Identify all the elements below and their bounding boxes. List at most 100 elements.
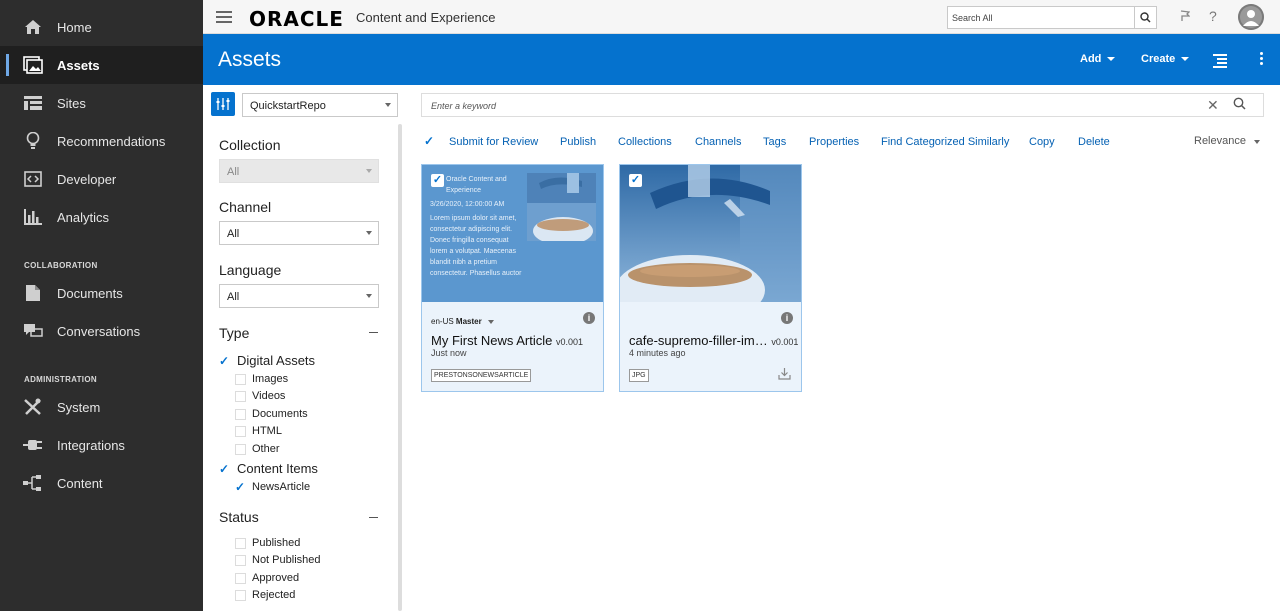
search-all-button[interactable] xyxy=(1135,6,1157,29)
properties-button[interactable]: Properties xyxy=(809,136,859,148)
chevron-down-icon xyxy=(366,169,372,173)
type-heading: Type xyxy=(219,325,250,341)
publish-button[interactable]: Publish xyxy=(560,136,596,148)
thumbnail-date: 3/26/2020, 12:00:00 AM xyxy=(430,201,505,208)
option-label: Not Published xyxy=(252,554,321,566)
create-button[interactable]: Create xyxy=(1141,53,1190,65)
status-option-approved[interactable]: Approved xyxy=(235,572,299,584)
master-label: Master xyxy=(455,317,482,326)
type-option-newsarticle[interactable]: ✓ NewsArticle xyxy=(235,480,310,494)
collapse-type-icon[interactable] xyxy=(369,332,378,333)
card-select-checkbox[interactable]: ✓ xyxy=(431,174,444,187)
sidebar-item-home[interactable]: Home xyxy=(0,8,203,46)
language-select[interactable]: All xyxy=(219,284,379,308)
copy-button[interactable]: Copy xyxy=(1029,136,1055,148)
hamburger-menu-icon[interactable] xyxy=(216,11,232,23)
asset-card[interactable]: ✓ i cafe-supremo-filler-im… v0.001 4 min… xyxy=(619,164,802,392)
chevron-down-icon xyxy=(366,231,372,235)
filter-scrollbar[interactable] xyxy=(398,124,402,611)
list-view-icon[interactable] xyxy=(1213,54,1227,70)
chevron-down-icon xyxy=(1107,57,1116,62)
option-label: Rejected xyxy=(252,589,296,601)
section-administration: ADMINISTRATION xyxy=(24,375,97,384)
asset-name[interactable]: My First News Article v0.001 xyxy=(431,333,583,348)
chevron-down-icon xyxy=(366,294,372,298)
more-options-icon[interactable] xyxy=(1260,52,1263,67)
filter-toggle-button[interactable] xyxy=(211,92,235,116)
sort-value: Relevance xyxy=(1194,135,1246,147)
asset-name[interactable]: cafe-supremo-filler-im… v0.001 xyxy=(629,333,798,348)
option-label: Videos xyxy=(252,390,286,402)
channels-button[interactable]: Channels xyxy=(695,136,741,148)
clear-icon[interactable]: ✕ xyxy=(1207,97,1219,114)
flag-icon[interactable] xyxy=(1180,10,1190,22)
type-option-html[interactable]: HTML xyxy=(235,425,282,437)
sidebar-item-label: System xyxy=(57,400,101,415)
sidebar-item-assets[interactable]: Assets xyxy=(0,46,203,84)
tags-button[interactable]: Tags xyxy=(763,136,786,148)
sidebar-item-conversations[interactable]: Conversations xyxy=(0,312,203,350)
page-title: Assets xyxy=(218,48,282,71)
sidebar-item-label: Developer xyxy=(57,172,117,187)
collapse-status-icon[interactable] xyxy=(369,517,378,518)
sort-select[interactable]: Relevance xyxy=(1194,135,1260,147)
sidebar-item-documents[interactable]: Documents xyxy=(0,274,203,312)
type-option-images[interactable]: Images xyxy=(235,373,288,385)
status-option-published[interactable]: Published xyxy=(235,537,300,549)
type-option-other[interactable]: Other xyxy=(235,443,280,455)
tools-icon xyxy=(22,397,44,417)
content-items-checkbox[interactable]: ✓ Content Items xyxy=(219,461,318,476)
status-option-rejected[interactable]: Rejected xyxy=(235,589,295,601)
oracle-logo: ORACLE xyxy=(249,7,344,31)
add-button[interactable]: Add xyxy=(1080,53,1116,65)
help-icon[interactable]: ? xyxy=(1209,8,1217,24)
type-option-videos[interactable]: Videos xyxy=(235,390,285,402)
create-label: Create xyxy=(1141,53,1176,65)
repository-select[interactable]: QuickstartRepo xyxy=(242,93,398,117)
collection-heading: Collection xyxy=(219,137,281,153)
digital-assets-checkbox[interactable]: ✓ Digital Assets xyxy=(219,353,315,368)
sidebar-item-label: Sites xyxy=(57,96,86,111)
asset-card[interactable]: Oracle Content and Experience 3/26/2020,… xyxy=(421,164,604,392)
info-icon[interactable]: i xyxy=(781,312,793,324)
search-icon[interactable] xyxy=(1233,97,1246,110)
channel-select[interactable]: All xyxy=(219,221,379,245)
sidebar-item-developer[interactable]: Developer xyxy=(0,160,203,198)
type-option-documents[interactable]: Documents xyxy=(235,408,308,420)
sidebar-item-sites[interactable]: Sites xyxy=(0,84,203,122)
option-label: Approved xyxy=(252,572,300,584)
collection-select: All xyxy=(219,159,379,183)
language-heading: Language xyxy=(219,262,282,278)
sidebar-item-recommendations[interactable]: Recommendations xyxy=(0,122,203,160)
sidebar-item-label: Documents xyxy=(57,286,123,301)
checkbox-icon xyxy=(235,390,246,402)
assets-icon xyxy=(22,55,44,75)
sidebar-item-label: Home xyxy=(57,20,92,35)
avatar[interactable] xyxy=(1238,4,1264,30)
sidebar-item-content[interactable]: Content xyxy=(0,464,203,502)
card-select-checkbox[interactable]: ✓ xyxy=(629,174,642,187)
keyword-search-input[interactable]: Enter a keyword xyxy=(421,93,1264,117)
checkbox-icon xyxy=(235,589,246,601)
download-icon[interactable] xyxy=(778,367,791,380)
language-selector[interactable]: en-US Master xyxy=(431,317,494,326)
delete-button[interactable]: Delete xyxy=(1078,136,1110,148)
asset-thumbnail[interactable]: ✓ xyxy=(620,165,801,302)
find-categorized-similarly-button[interactable]: Find Categorized Similarly xyxy=(881,136,1009,148)
sidebar-item-integrations[interactable]: Integrations xyxy=(0,426,203,464)
info-icon[interactable]: i xyxy=(583,312,595,324)
checkbox-icon xyxy=(235,572,246,584)
search-all-input[interactable]: Search All xyxy=(947,6,1135,29)
status-option-not-published[interactable]: Not Published xyxy=(235,554,321,566)
checkbox-icon xyxy=(235,537,246,549)
submit-for-review-button[interactable]: Submit for Review xyxy=(449,136,538,148)
asset-title: My First News Article xyxy=(431,333,553,348)
top-bar: ORACLE Content and Experience Search All… xyxy=(203,0,1280,34)
sidebar-item-label: Conversations xyxy=(57,324,141,339)
select-all-checkbox[interactable]: ✓ xyxy=(424,134,434,148)
sidebar-item-system[interactable]: System xyxy=(0,388,203,426)
asset-thumbnail[interactable]: Oracle Content and Experience 3/26/2020,… xyxy=(422,165,603,302)
collections-button[interactable]: Collections xyxy=(618,136,672,148)
checkbox-icon xyxy=(235,554,246,566)
sidebar-item-analytics[interactable]: Analytics xyxy=(0,198,203,236)
